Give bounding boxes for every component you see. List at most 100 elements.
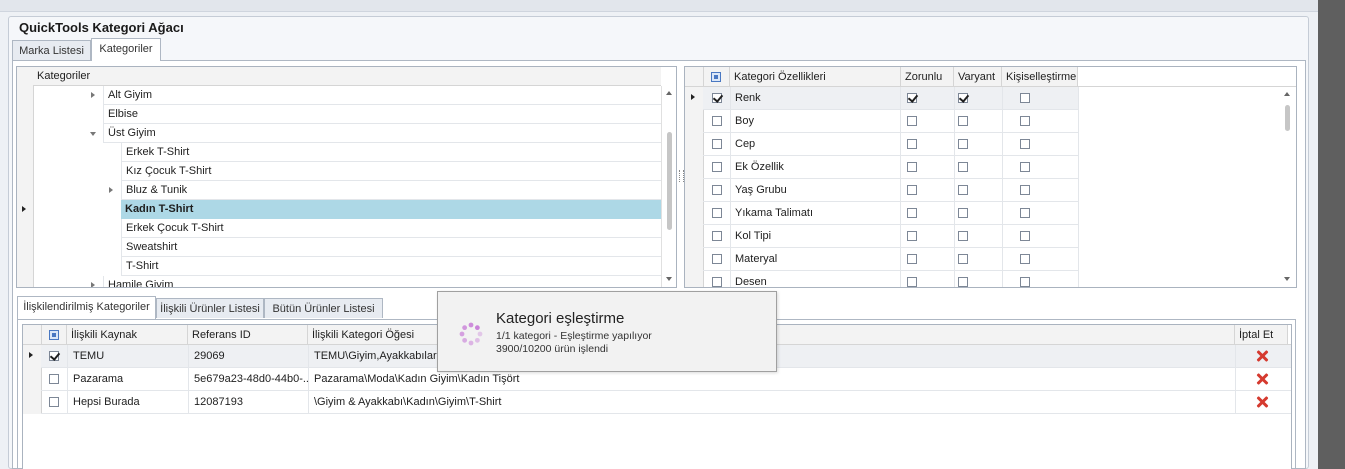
expand-arrow-icon[interactable] xyxy=(109,187,113,193)
collapse-arrow-icon[interactable] xyxy=(90,132,96,136)
row-select-checkbox[interactable] xyxy=(712,116,722,126)
tree-header[interactable]: Kategoriler xyxy=(33,67,661,86)
features-scrollbar[interactable] xyxy=(1280,87,1296,287)
required-checkbox[interactable] xyxy=(907,277,917,287)
delete-icon[interactable] xyxy=(1256,350,1268,362)
custom-checkbox[interactable] xyxy=(1020,185,1030,195)
column-divider xyxy=(954,202,955,225)
tree-row[interactable]: Sweatshirt xyxy=(33,238,661,257)
variant-checkbox[interactable] xyxy=(958,208,968,218)
feature-row[interactable]: Kol Tipi xyxy=(703,225,1079,248)
features-header-required[interactable]: Zorunlu xyxy=(901,67,954,87)
tree-label: Sweatshirt xyxy=(126,241,178,253)
feature-row[interactable]: Materyal xyxy=(703,248,1079,271)
row-select-checkbox[interactable] xyxy=(49,351,59,361)
tree-row-selected[interactable]: Kadın T-Shirt xyxy=(33,200,661,219)
ref-cell-label: 5e679a23-48d0-44b0-... xyxy=(194,373,308,385)
row-select-checkbox[interactable] xyxy=(712,139,722,149)
delete-icon[interactable] xyxy=(1256,373,1268,385)
delete-icon[interactable] xyxy=(1256,396,1268,408)
variant-checkbox[interactable] xyxy=(958,185,968,195)
row-select-checkbox[interactable] xyxy=(712,231,722,241)
tab-iliskilendirilmis-kategoriler[interactable]: İlişkilendirilmiş Kategoriler xyxy=(17,296,156,319)
tab-iliskili-urunler[interactable]: İlişkili Ürünler Listesi xyxy=(156,298,264,318)
tab-butun-urunler[interactable]: Bütün Ürünler Listesi xyxy=(264,298,383,318)
tree-row[interactable]: Üst Giyim xyxy=(33,124,661,143)
tree-row[interactable]: Alt Giyim xyxy=(33,86,661,105)
features-header-name[interactable]: Kategori Özellikleri xyxy=(730,67,901,87)
tree-label: Elbise xyxy=(108,108,138,120)
feature-row[interactable]: Yaş Grubu xyxy=(703,179,1079,202)
feature-row[interactable]: Cep xyxy=(703,133,1079,156)
column-divider xyxy=(1002,202,1003,225)
variant-checkbox[interactable] xyxy=(958,116,968,126)
scroll-up-icon[interactable] xyxy=(1284,92,1290,96)
relations-header-select[interactable] xyxy=(42,325,67,345)
row-select-checkbox[interactable] xyxy=(49,374,59,384)
tree-row[interactable]: Erkek T-Shirt xyxy=(33,143,661,162)
row-select-checkbox[interactable] xyxy=(712,93,722,103)
custom-checkbox[interactable] xyxy=(1020,231,1030,241)
scroll-thumb[interactable] xyxy=(667,132,672,230)
row-select-checkbox[interactable] xyxy=(712,208,722,218)
required-checkbox[interactable] xyxy=(907,231,917,241)
custom-checkbox[interactable] xyxy=(1020,277,1030,287)
feature-row[interactable]: Ek Özellik xyxy=(703,156,1079,179)
tree-label: T-Shirt xyxy=(126,260,159,272)
tree-row[interactable]: Hamile Giyim xyxy=(33,276,661,287)
tab-kategoriler[interactable]: Kategoriler xyxy=(91,38,161,61)
row-select-checkbox[interactable] xyxy=(712,162,722,172)
feature-row[interactable]: Yıkama Talimatı xyxy=(703,202,1079,225)
required-checkbox[interactable] xyxy=(907,93,917,103)
row-select-checkbox[interactable] xyxy=(712,277,722,287)
tree-row[interactable]: T-Shirt xyxy=(33,257,661,276)
custom-checkbox[interactable] xyxy=(1020,93,1030,103)
custom-checkbox[interactable] xyxy=(1020,139,1030,149)
tree-row[interactable]: Elbise xyxy=(33,105,661,124)
variant-checkbox[interactable] xyxy=(958,231,968,241)
variant-checkbox[interactable] xyxy=(958,254,968,264)
row-select-checkbox[interactable] xyxy=(49,397,59,407)
feature-row[interactable]: Desen xyxy=(703,271,1079,287)
features-grid[interactable]: Kategori Özellikleri Zorunlu Varyant Kiş… xyxy=(684,66,1297,288)
features-header-select[interactable] xyxy=(704,67,730,87)
relations-header-source[interactable]: İlişkili Kaynak xyxy=(67,325,188,345)
scroll-up-icon[interactable] xyxy=(666,91,672,95)
tree-row[interactable]: Kız Çocuk T-Shirt xyxy=(33,162,661,181)
tree-row[interactable]: Erkek Çocuk T-Shirt xyxy=(33,219,661,238)
custom-checkbox[interactable] xyxy=(1020,116,1030,126)
variant-checkbox[interactable] xyxy=(958,277,968,287)
custom-checkbox[interactable] xyxy=(1020,208,1030,218)
row-select-checkbox[interactable] xyxy=(712,185,722,195)
expand-arrow-icon[interactable] xyxy=(91,92,95,98)
category-tree[interactable]: Kategoriler Alt Giyim Elbise Üst Giyim E… xyxy=(16,66,677,288)
tab-marka-listesi[interactable]: Marka Listesi xyxy=(12,40,91,60)
relations-header-ref[interactable]: Referans ID xyxy=(188,325,308,345)
expand-arrow-icon[interactable] xyxy=(91,282,95,287)
required-checkbox[interactable] xyxy=(907,139,917,149)
variant-checkbox[interactable] xyxy=(958,139,968,149)
scroll-down-icon[interactable] xyxy=(666,277,672,281)
relation-row[interactable]: Hepsi Burada 12087193 \Giyim & Ayakkabı\Ka… xyxy=(41,391,1291,414)
features-header-custom[interactable]: Kişiselleştirme xyxy=(1002,67,1078,87)
required-checkbox[interactable] xyxy=(907,185,917,195)
feature-row[interactable]: Renk xyxy=(703,87,1079,110)
row-select-checkbox[interactable] xyxy=(712,254,722,264)
tree-row[interactable]: Bluz & Tunik xyxy=(33,181,661,200)
relations-header-cancel[interactable]: İptal Et xyxy=(1235,325,1288,345)
variant-checkbox[interactable] xyxy=(958,93,968,103)
tree-scrollbar[interactable] xyxy=(661,86,676,287)
scroll-down-icon[interactable] xyxy=(1284,277,1290,281)
scroll-thumb[interactable] xyxy=(1285,105,1290,131)
feature-row[interactable]: Boy xyxy=(703,110,1079,133)
feature-name: Renk xyxy=(730,87,901,110)
column-divider xyxy=(1002,225,1003,248)
required-checkbox[interactable] xyxy=(907,254,917,264)
custom-checkbox[interactable] xyxy=(1020,162,1030,172)
variant-checkbox[interactable] xyxy=(958,162,968,172)
required-checkbox[interactable] xyxy=(907,162,917,172)
features-header-variant[interactable]: Varyant xyxy=(954,67,1002,87)
required-checkbox[interactable] xyxy=(907,208,917,218)
required-checkbox[interactable] xyxy=(907,116,917,126)
custom-checkbox[interactable] xyxy=(1020,254,1030,264)
